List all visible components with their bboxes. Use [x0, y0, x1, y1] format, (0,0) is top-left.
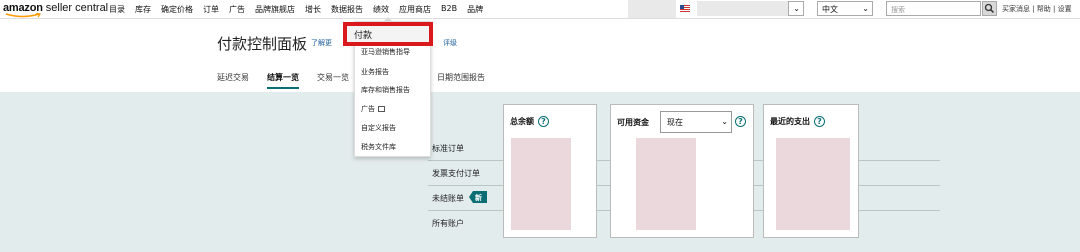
- logo-seller-central-text: seller central: [45, 2, 109, 14]
- available-funds-select-value: 现在: [667, 118, 683, 127]
- tab-transaction-view[interactable]: 交易一览: [317, 72, 349, 89]
- menu-item-selling-coach[interactable]: 亚马逊销售指导: [361, 47, 410, 57]
- nav-item-appstore[interactable]: 应用商店: [399, 4, 431, 15]
- row-label-standard-orders: 标准订单: [432, 144, 464, 153]
- menu-item-payments-label: 付款: [354, 31, 373, 41]
- recent-payments-card: 最近的支出?: [763, 104, 859, 238]
- menu-item-business-reports[interactable]: 业务报告: [361, 67, 389, 77]
- recent-payments-label: 最近的支出?: [770, 116, 825, 127]
- us-flag-icon: [680, 5, 690, 12]
- rating-link[interactable]: 评级: [443, 38, 457, 48]
- menu-item-inventory-sales-reports[interactable]: 库存和销售报告: [361, 85, 410, 95]
- search-input[interactable]: 搜索: [886, 1, 981, 16]
- tab-statement-view[interactable]: 结算一览: [267, 72, 299, 89]
- nav-item-inventory[interactable]: 库存: [135, 4, 151, 15]
- redacted-block: [628, 0, 676, 18]
- available-funds-select[interactable]: 现在 ⌄: [660, 111, 732, 133]
- menu-item-tax-document-library[interactable]: 税务文件库: [361, 142, 396, 152]
- redacted-marketplace: [697, 1, 789, 16]
- nav-item-stores[interactable]: 品牌旗舰店: [255, 4, 295, 15]
- external-link-icon: [378, 106, 385, 112]
- tab-deferred-transactions[interactable]: 延迟交易: [217, 72, 249, 89]
- nav-item-performance[interactable]: 绩效: [373, 4, 389, 15]
- language-select[interactable]: 中文 ⌄: [817, 1, 873, 16]
- redacted-amount: [636, 138, 696, 230]
- total-balance-label: 总余额?: [510, 116, 549, 127]
- available-funds-card: 可用资金 现在 ⌄ ?: [610, 104, 754, 238]
- tab-date-range-reports[interactable]: 日期范围报告: [437, 72, 485, 89]
- nav-item-growth[interactable]: 增长: [305, 4, 321, 15]
- page-title: 付款控制面板: [217, 35, 308, 53]
- menu-item-advertising[interactable]: 广告: [361, 104, 385, 114]
- nav-item-brands[interactable]: 品牌: [467, 4, 483, 15]
- nav-item-pricing[interactable]: 确定价格: [161, 4, 193, 15]
- redacted-amount: [776, 138, 850, 230]
- chevron-down-icon: ⌄: [721, 117, 728, 126]
- top-navigation-bar: amazon seller central 目录 库存 确定价格 订单 广告 品…: [0, 0, 1080, 19]
- row-label-all-accounts: 所有账户: [432, 219, 464, 228]
- nav-item-b2b[interactable]: B2B: [441, 4, 457, 15]
- available-funds-label: 可用资金: [617, 118, 649, 127]
- amazon-seller-central-logo[interactable]: amazon seller central: [3, 2, 109, 18]
- row-label-invoiced-orders: 发票支付订单: [432, 169, 480, 178]
- search-button[interactable]: [982, 1, 997, 16]
- marketplace-select[interactable]: ⌄: [788, 1, 804, 16]
- menu-item-payments[interactable]: 付款: [343, 22, 433, 46]
- help-icon[interactable]: ?: [538, 116, 549, 127]
- main-nav-menu: 目录 库存 确定价格 订单 广告 品牌旗舰店 增长 数据报告 绩效 应用商店 B…: [109, 4, 493, 15]
- nav-item-reports[interactable]: 数据报告: [331, 4, 363, 15]
- chevron-down-icon: ⌄: [862, 4, 869, 13]
- nav-item-orders[interactable]: 订单: [203, 4, 219, 15]
- amazon-smile-icon: [5, 13, 41, 18]
- redacted-amount: [511, 138, 571, 230]
- nav-item-catalog[interactable]: 目录: [109, 4, 125, 15]
- menu-item-custom-reports[interactable]: 自定义报告: [361, 123, 396, 133]
- row-label-open-statement: 未结账单: [432, 194, 464, 203]
- help-icon[interactable]: ?: [735, 116, 746, 127]
- total-balance-card: 总余额?: [503, 104, 597, 238]
- help-icon[interactable]: ?: [814, 116, 825, 127]
- language-value: 中文: [822, 5, 838, 14]
- learn-more-link[interactable]: 了解更: [311, 38, 332, 48]
- nav-item-advertising[interactable]: 广告: [229, 4, 245, 15]
- header-links[interactable]: 买家消息 | 帮助 | 设置: [1002, 4, 1072, 14]
- search-icon: [984, 3, 995, 14]
- chevron-down-icon: ⌄: [793, 4, 800, 13]
